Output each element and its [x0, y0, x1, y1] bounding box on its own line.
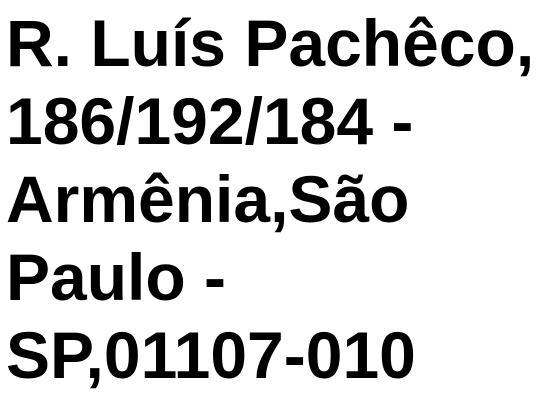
address-line-state-postcode: SP,01107-010	[6, 318, 416, 392]
address-line-city: Paulo -	[6, 240, 227, 314]
address-line-numbers: 186/192/184 -	[6, 84, 414, 158]
address-text: R. Luís Pachêco, 186/192/184 - Armênia,S…	[6, 4, 542, 394]
address-line-neighborhood: Armênia,São	[6, 162, 410, 236]
address-line-street: R. Luís Pachêco,	[6, 6, 535, 80]
